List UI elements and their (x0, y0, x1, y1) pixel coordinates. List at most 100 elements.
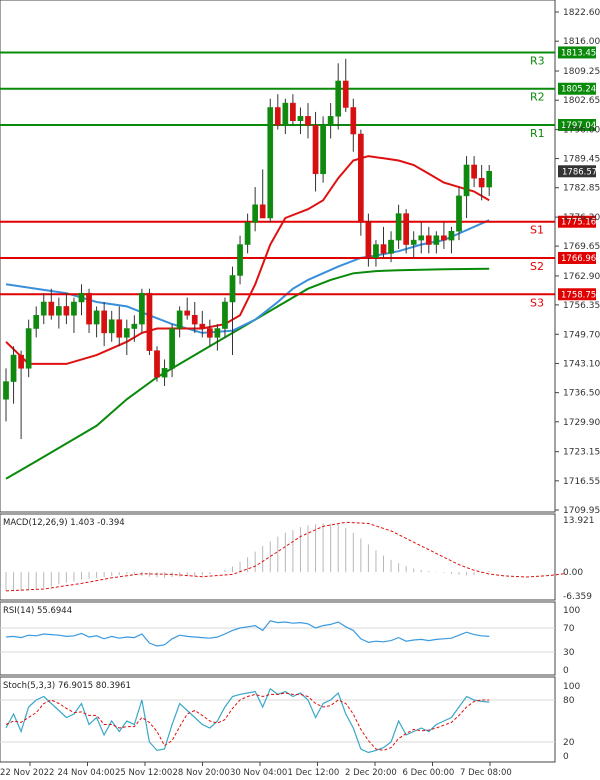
stoch-label: Stoch(5,3,3) 76.9015 80.3961 (3, 681, 131, 691)
price-axis-tick-label: 1769.65 (563, 242, 600, 252)
macd-panel: 13.921 0.00 -6.359 (5, 516, 595, 602)
price-axis-tick-label: 1796.00 (563, 126, 600, 136)
candle (123, 319, 130, 356)
time-axis-tick-label: 7 Dec 08:00 (460, 768, 512, 778)
candle (267, 98, 274, 223)
price-axis-tick-label: 1736.50 (563, 389, 600, 399)
rsi-axis-tick: 0 (563, 666, 569, 676)
candle (433, 231, 440, 254)
candle-body (425, 235, 432, 245)
candle-body (25, 328, 32, 369)
candle-body (267, 107, 274, 219)
rsi-label: RSI(14) 55.6944 (3, 606, 72, 616)
candle-body (433, 235, 440, 245)
candle (40, 293, 47, 325)
candle (448, 226, 455, 254)
candle (471, 156, 477, 188)
candle-body (40, 301, 47, 316)
level-name-s3: S3 (530, 296, 544, 309)
candle (297, 107, 304, 135)
candle-body (146, 292, 153, 351)
price-axis-tick-label: 1743.10 (563, 359, 600, 369)
price-axis-tick-label: 1802.65 (563, 96, 600, 106)
level-value-s2: 1766.96 (561, 254, 596, 264)
candle-body (290, 102, 296, 122)
price-axis-tick-label: 1756.35 (563, 301, 600, 311)
level-value-r2: 1805.24 (561, 85, 596, 95)
candle-body (380, 244, 387, 254)
moving-average-red (5, 155, 490, 365)
candle (139, 288, 145, 333)
candle-body (441, 235, 447, 241)
candle-body (71, 301, 77, 316)
level-name-s2: S2 (530, 260, 544, 273)
candle-body (456, 195, 462, 232)
candle (395, 204, 402, 249)
candle (418, 222, 425, 254)
candle (116, 306, 123, 347)
macd-label: MACD(12,26,9) 1.403 -0.394 (3, 518, 125, 528)
level-value-r3: 1813.45 (561, 48, 596, 58)
time-axis-tick-label: 28 Nov 20:00 (173, 768, 230, 778)
macd-axis-tick: 13.921 (563, 516, 595, 526)
price-axis-tick-label: 1723.15 (563, 448, 600, 458)
price-axis-tick-label: 1816.00 (563, 37, 600, 47)
candle (237, 235, 243, 285)
level-name-r3: R3 (530, 54, 545, 67)
level-name-r2: R2 (530, 91, 545, 104)
price-axis-tick-label: 1776.20 (563, 213, 600, 223)
candle (71, 297, 77, 333)
candle (350, 98, 357, 152)
candle-body (410, 239, 417, 245)
candle (259, 169, 266, 219)
candle (108, 310, 115, 342)
candle-body (131, 323, 138, 329)
price-axis-tick-label: 1782.85 (563, 184, 600, 194)
stoch-axis-tick: 20 (563, 738, 575, 748)
candle (425, 226, 432, 254)
time-axis-tick-label: 6 Dec 00:00 (403, 768, 455, 778)
candle (486, 164, 493, 196)
price-axis-tick-label: 1709.95 (563, 506, 600, 516)
candle (146, 288, 153, 356)
stoch-axis-tick: 0 (563, 752, 569, 762)
candle-body (3, 381, 9, 400)
candle-body (259, 204, 266, 219)
candle-body (86, 292, 92, 325)
stoch-axis-tick: 80 (563, 696, 575, 706)
candle-body (199, 323, 206, 329)
candle-body (48, 301, 55, 316)
candle (214, 324, 221, 351)
candle (207, 319, 213, 347)
candle-body (395, 213, 402, 241)
candle-body (108, 319, 115, 334)
candle-body (297, 116, 304, 122)
candle-body (358, 133, 364, 223)
candle (335, 63, 342, 130)
candle (410, 231, 417, 258)
candle-body (56, 306, 62, 316)
candle-body (373, 244, 379, 259)
candle-body (244, 222, 251, 245)
candle-body (191, 315, 198, 325)
candle (358, 129, 364, 236)
candle (244, 213, 251, 254)
price-axis-tick-label: 1716.55 (563, 477, 600, 487)
candle-body (176, 310, 183, 329)
price-axis-tick-label: 1729.90 (563, 418, 600, 428)
candle-body (388, 239, 394, 254)
price-axis-tick-label: 1749.70 (563, 330, 600, 340)
candle (290, 94, 296, 126)
candle (176, 306, 183, 338)
candle-body (327, 116, 334, 126)
candle-body (93, 310, 100, 325)
candle-body (207, 328, 213, 338)
candle-body (342, 80, 349, 108)
candle-body (184, 310, 191, 316)
candle (56, 297, 62, 329)
candle-body (154, 350, 160, 378)
time-axis-tick-label: 1 Dec 12:00 (288, 768, 340, 778)
candle-body (365, 222, 372, 259)
candle (33, 306, 40, 338)
rsi-panel: 100 70 30 0 (0, 606, 580, 676)
